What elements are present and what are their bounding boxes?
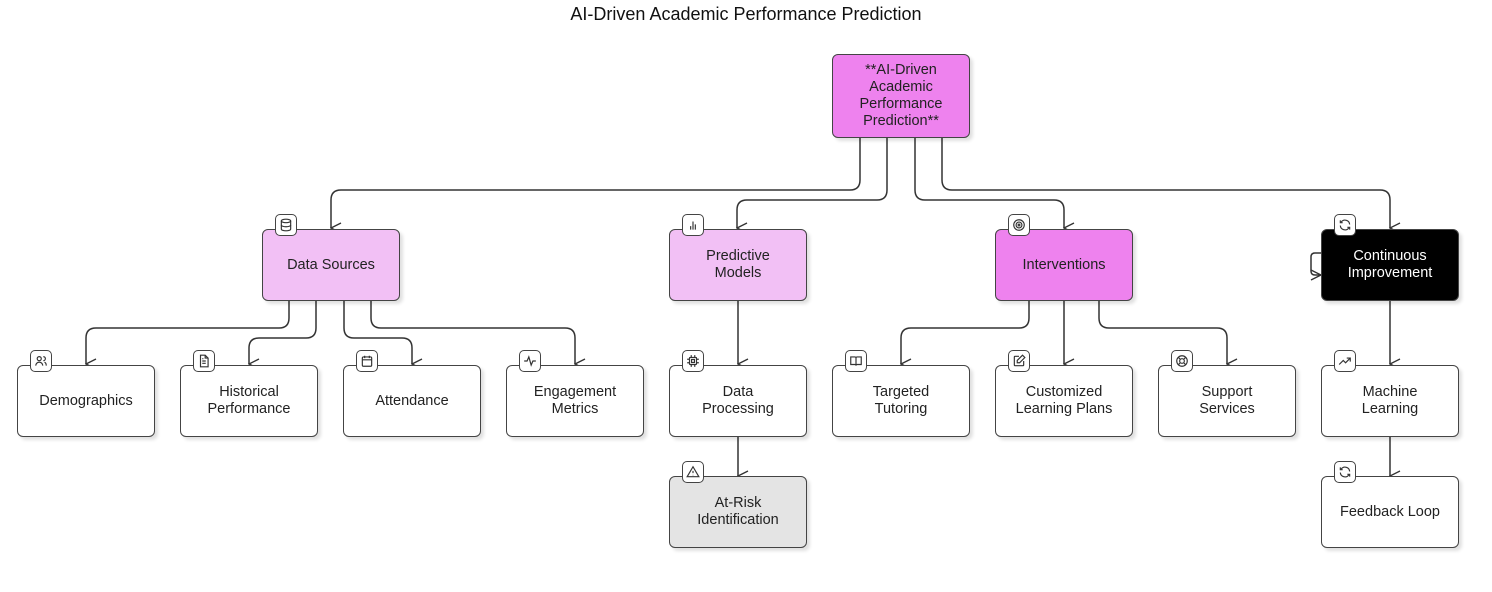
edge-continuous-self-loop xyxy=(1310,252,1321,275)
edge-data-sources-historical xyxy=(249,301,317,364)
edge-interventions-support xyxy=(1098,301,1227,364)
node-attendance[interactable]: Attendance xyxy=(343,365,481,437)
book-icon xyxy=(845,350,867,372)
node-historical-performance[interactable]: Historical Performance xyxy=(180,365,318,437)
edge-root-predictive-models xyxy=(737,138,888,228)
node-label: Feedback Loop xyxy=(1340,503,1440,520)
node-customized-learning-plans[interactable]: Customized Learning Plans xyxy=(995,365,1133,437)
lifebuoy-icon xyxy=(1171,350,1193,372)
node-label: At-Risk Identification xyxy=(697,495,779,528)
edge-root-interventions xyxy=(914,138,1064,228)
refresh-icon xyxy=(1334,461,1356,483)
activity-icon xyxy=(519,350,541,372)
users-icon xyxy=(30,350,52,372)
node-engagement-metrics[interactable]: Engagement Metrics xyxy=(506,365,644,437)
node-machine-learning[interactable]: Machine Learning xyxy=(1321,365,1459,437)
edge-data-sources-attendance xyxy=(343,301,412,364)
node-label: Continuous Improvement xyxy=(1347,248,1433,281)
node-label: Data Processing xyxy=(702,384,774,417)
node-data-sources[interactable]: Data Sources xyxy=(262,229,400,301)
node-label: Data Sources xyxy=(287,256,375,273)
database-icon xyxy=(275,214,297,236)
node-demographics[interactable]: Demographics xyxy=(17,365,155,437)
node-predictive-models[interactable]: Predictive Models xyxy=(669,229,807,301)
node-interventions[interactable]: Interventions xyxy=(995,229,1133,301)
node-at-risk-identification[interactable]: At-Risk Identification xyxy=(669,476,807,548)
refresh-icon xyxy=(1334,214,1356,236)
node-data-processing[interactable]: Data Processing xyxy=(669,365,807,437)
node-feedback-loop[interactable]: Feedback Loop xyxy=(1321,476,1459,548)
node-label: Attendance xyxy=(375,392,449,409)
edit-icon xyxy=(1008,350,1030,372)
node-label: Engagement Metrics xyxy=(533,384,617,417)
node-label: Support Services xyxy=(1199,384,1255,417)
root-node[interactable]: **AI-Driven Academic Performance Predict… xyxy=(832,54,970,138)
node-label: Demographics xyxy=(39,392,133,409)
trending-up-icon xyxy=(1334,350,1356,372)
node-label: Targeted Tutoring xyxy=(872,384,930,417)
edge-data-sources-demographics xyxy=(86,301,290,364)
node-support-services[interactable]: Support Services xyxy=(1158,365,1296,437)
edge-data-sources-engagement xyxy=(370,301,575,364)
node-label: Machine Learning xyxy=(1361,384,1419,417)
warning-icon xyxy=(682,461,704,483)
node-targeted-tutoring[interactable]: Targeted Tutoring xyxy=(832,365,970,437)
edge-root-data-sources xyxy=(331,138,861,228)
node-label: Predictive Models xyxy=(706,248,770,281)
target-icon xyxy=(1008,214,1030,236)
node-label: Customized Learning Plans xyxy=(1015,384,1113,417)
root-label: **AI-Driven Academic Performance Predict… xyxy=(859,62,943,129)
bar-chart-icon xyxy=(682,214,704,236)
node-label: Historical Performance xyxy=(207,384,291,417)
node-label: Interventions xyxy=(1022,256,1106,273)
document-icon xyxy=(193,350,215,372)
cpu-icon xyxy=(682,350,704,372)
calendar-icon xyxy=(356,350,378,372)
node-continuous-improvement[interactable]: Continuous Improvement xyxy=(1321,229,1459,301)
